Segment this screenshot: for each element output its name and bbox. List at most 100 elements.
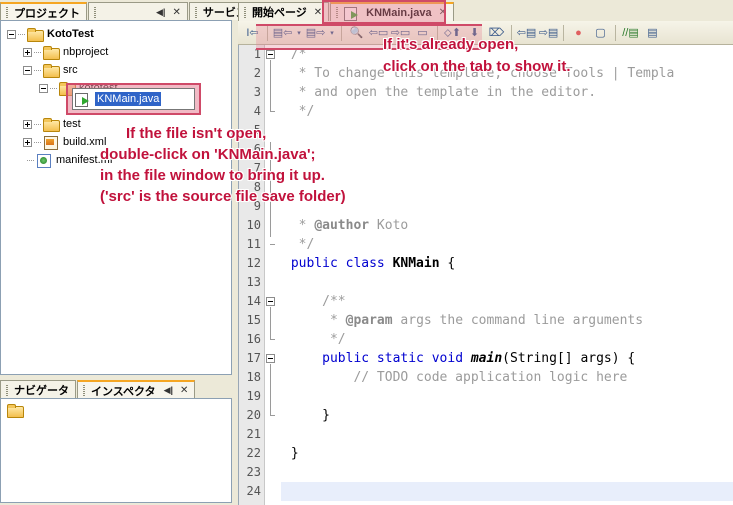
line-number: 15 (246, 313, 261, 327)
minimize-icon[interactable]: ◀| (164, 385, 173, 396)
code-editor[interactable]: 1 2 3 4 5 6 7 8 9 10 11 12 13 14 15 16 17 18 19 20 21 22 23 24 … (238, 45, 733, 505)
tab-start-page[interactable]: 開始ページ ✕ (238, 2, 330, 21)
tree-item-nbproject[interactable]: nbproject (1, 43, 231, 61)
tab-navigator[interactable]: ナビゲータ (0, 380, 76, 399)
line-number: 10 (246, 218, 261, 232)
code-span: public static void (322, 351, 471, 366)
code-span: */ (283, 104, 315, 119)
line-number: 18 (246, 370, 261, 384)
editor-tabstrip: 開始ページ ✕ KNMain.java ✕ (238, 0, 733, 21)
code-span: (String[] args) { (502, 351, 636, 366)
java-run-icon (75, 92, 91, 107)
folder-icon (43, 117, 60, 132)
tab-grip-icon (6, 384, 8, 396)
code-line: * @author Koto (283, 216, 674, 235)
annotation-left-line-1: If the file isn't open, (126, 125, 267, 142)
stop-icon[interactable]: ▢ (590, 23, 611, 43)
code-line: * and open the template in the editor. (283, 83, 674, 102)
tree-toggle-plus[interactable] (23, 137, 32, 147)
fold-toggle[interactable] (266, 297, 275, 306)
tab-grip-icon (94, 6, 96, 18)
code-span: */ (283, 237, 315, 252)
code-text[interactable]: /* * To change this template, choose Too… (283, 45, 675, 501)
tree-toggle-plus[interactable] (23, 47, 32, 57)
code-span: args the command line arguments (392, 313, 644, 328)
tab-inspector[interactable]: インスペクタ ◀| ✕ (77, 380, 196, 399)
code-line: */ (283, 330, 674, 349)
line-number: 24 (246, 484, 261, 498)
close-icon[interactable]: ✕ (180, 385, 188, 396)
line-number: 4 (253, 104, 261, 118)
annotation-left-line-3: in the file window to bring it up. (100, 167, 325, 184)
knmain-file-selected-row[interactable]: KNMain.java (72, 88, 195, 110)
line-number: 11 (246, 237, 261, 251)
shift-right-icon[interactable]: ⇨▤ (538, 23, 559, 43)
code-line: } (283, 406, 674, 425)
code-span: Koto (369, 218, 409, 233)
project-panel-tabstrip: プロジェクト ◀| ✕ サービス (0, 0, 254, 21)
close-icon[interactable]: ✕ (172, 7, 180, 18)
code-line: */ (283, 102, 674, 121)
shift-left-icon[interactable]: ⇦▤ (516, 23, 537, 43)
tree-item-label: test (63, 118, 81, 130)
line-number: 14 (246, 294, 261, 308)
tree-item-label: nbproject (63, 46, 109, 58)
mf-icon (36, 153, 52, 168)
code-span: main (470, 351, 503, 366)
tab-project[interactable]: プロジェクト (0, 2, 87, 21)
fold-line (270, 60, 271, 111)
tab-files[interactable]: ◀| ✕ (88, 2, 188, 21)
tree-connector (27, 159, 34, 161)
annotation-left-line-4: ('src' is the source file save folder) (100, 188, 346, 205)
tree-toggle-minus[interactable] (39, 83, 48, 93)
code-span: @param (345, 313, 393, 328)
inspector-panel[interactable] (0, 398, 232, 503)
xml-icon (43, 135, 59, 150)
annotation-left-line-2: double-click on 'KNMain.java'; (100, 146, 316, 163)
tree-toggle-minus[interactable] (23, 65, 32, 75)
close-icon[interactable]: ✕ (314, 7, 322, 18)
tree-connector (34, 69, 41, 71)
tree-connector (34, 141, 41, 143)
code-line: } (283, 444, 674, 463)
minimize-icon[interactable]: ◀| (156, 7, 165, 18)
code-span: */ (283, 332, 346, 347)
fold-toggle[interactable] (266, 354, 275, 363)
tree-item-kototest[interactable]: KotoTest (1, 25, 231, 43)
shift-right-icon-glyph: ⇨▤ (538, 27, 559, 39)
line-number: 19 (246, 389, 261, 403)
comment-icon[interactable]: //▤ (620, 23, 641, 43)
code-span: } (283, 446, 299, 461)
code-span (283, 256, 291, 271)
line-number: 12 (246, 256, 261, 270)
line-number: 2 (253, 66, 261, 80)
line-number: 22 (246, 446, 261, 460)
toggle-breakpoint-icon[interactable]: ● (568, 23, 589, 43)
tree-item-src[interactable]: src (1, 61, 231, 79)
fold-toggle[interactable] (266, 50, 275, 59)
toggle-breakpoint-icon-glyph: ● (575, 26, 582, 39)
code-span: KNMain (392, 256, 440, 271)
tab-project-label: プロジェクト (14, 7, 80, 20)
tab-grip-icon (83, 385, 85, 396)
tree-toggle-plus[interactable] (23, 119, 32, 129)
code-line: * @param args the command line arguments (283, 311, 674, 330)
tree-item-label: src (63, 64, 78, 76)
tab-start-page-label: 開始ページ (252, 7, 307, 19)
uncomment-icon[interactable]: ▤ (642, 23, 663, 43)
editor-area: I⇦ ▤⇦ ▾ ▤⇨ ▾ 🔍 ⇦▭ ⇨▭ ▭ ⬦⬆ ⬇ ⌦ ⇦▤ ⇨▤ ● ▢//▤ ▤ 1 2 3 4 5 6 7 8 9 10… (238, 21, 733, 505)
code-span: @author (314, 218, 370, 233)
line-number: 21 (246, 427, 261, 441)
tree-connector (18, 33, 25, 35)
line-number-gutter: 1 2 3 4 5 6 7 8 9 10 11 12 13 14 15 16 17 18 19 20 21 22 23 24 (239, 45, 265, 505)
code-span: * (283, 313, 346, 328)
code-folding-column[interactable] (266, 45, 280, 505)
tree-toggle-minus[interactable] (7, 29, 16, 39)
toolbar-separator (615, 24, 616, 41)
